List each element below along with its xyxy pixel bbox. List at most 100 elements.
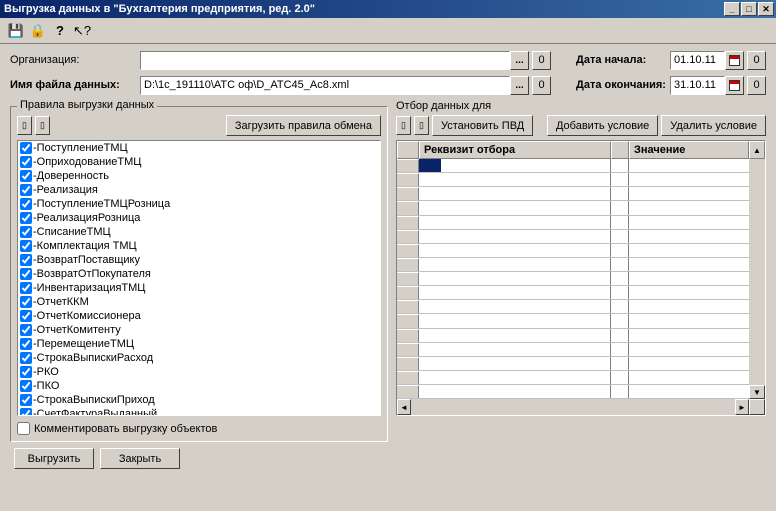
list-item-checkbox[interactable] [20,198,32,210]
column-header-sep[interactable] [611,141,629,159]
list-item-checkbox[interactable] [20,310,32,322]
list-item[interactable]: -Комплектация ТМЦ [18,239,380,253]
date-end-input[interactable] [670,76,725,95]
list-item-checkbox[interactable] [20,338,32,350]
date-end-clear-button[interactable]: 0 [747,76,766,95]
set-pvd-button[interactable]: Установить ПВД [432,115,533,136]
table-row[interactable] [397,329,749,343]
scroll-left-button[interactable]: ◄ [397,399,411,415]
list-item[interactable]: -ОтчетККМ [18,295,380,309]
list-item-checkbox[interactable] [20,268,32,280]
table-row[interactable] [397,258,749,272]
table-row[interactable] [397,201,749,215]
list-item-checkbox[interactable] [20,170,32,182]
delete-condition-button[interactable]: Удалить условие [661,115,766,136]
column-header-rekvizit[interactable]: Реквизит отбора [419,141,611,159]
list-item-checkbox[interactable] [20,408,32,416]
filename-clear-button[interactable]: 0 [532,76,551,95]
list-item[interactable]: -ПКО [18,379,380,393]
lock-icon[interactable]: 🔒 [30,23,46,39]
table-row[interactable] [397,159,749,173]
date-start-input[interactable] [670,51,725,70]
list-item[interactable]: -РКО [18,365,380,379]
list-item-checkbox[interactable] [20,156,32,168]
table-row[interactable] [397,286,749,300]
list-item[interactable]: -Доверенность [18,169,380,183]
minimize-button[interactable]: _ [724,2,740,16]
list-item[interactable]: -ПоступлениеТМЦРозница [18,197,380,211]
filter-expand-button[interactable]: ▯ [396,116,411,135]
filter-table[interactable]: Реквизит отбора Значение ▲ ▼ ◄ ► [396,140,766,416]
table-row[interactable] [397,357,749,371]
table-row[interactable] [397,385,749,399]
list-item-checkbox[interactable] [20,352,32,364]
table-row[interactable] [397,300,749,314]
table-row[interactable] [397,244,749,258]
org-clear-button[interactable]: 0 [532,51,551,70]
load-rules-button[interactable]: Загрузить правила обмена [226,115,381,136]
list-item-checkbox[interactable] [20,380,32,392]
list-item-checkbox[interactable] [20,324,32,336]
list-item-checkbox[interactable] [20,240,32,252]
whats-this-icon[interactable]: ↖? [74,23,90,39]
table-row[interactable] [397,371,749,385]
horizontal-scrollbar[interactable]: ◄ ► [397,399,765,415]
list-item-checkbox[interactable] [20,394,32,406]
list-item[interactable]: -ИнвентаризацияТМЦ [18,281,380,295]
table-row[interactable] [397,343,749,357]
list-item[interactable]: -ПоступлениеТМЦ [18,141,380,155]
collapse-all-button[interactable]: ▯ [35,116,50,135]
list-item[interactable]: -Реализация [18,183,380,197]
list-item-checkbox[interactable] [20,142,32,154]
list-item[interactable]: -ВозвратОтПокупателя [18,267,380,281]
list-item-checkbox[interactable] [20,296,32,308]
list-item-label: -СтрокаВыпискиРасход [33,352,153,364]
date-end-calendar-button[interactable] [725,76,744,95]
rules-tree[interactable]: -ПоступлениеТМЦ-ОприходованиеТМЦ-Доверен… [17,140,381,416]
vertical-scrollbar[interactable]: ▼ [749,159,765,399]
list-item[interactable]: -ОтчетКомитенту [18,323,380,337]
column-header-value[interactable]: Значение [629,141,749,159]
close-dialog-button[interactable]: Закрыть [100,448,180,469]
scroll-down-button[interactable]: ▼ [749,385,765,399]
help-icon[interactable]: ? [52,23,68,39]
list-item-checkbox[interactable] [20,254,32,266]
table-row[interactable] [397,314,749,328]
list-item[interactable]: -ПеремещениеТМЦ [18,337,380,351]
list-item-checkbox[interactable] [20,282,32,294]
table-row[interactable] [397,173,749,187]
list-item[interactable]: -ВозвратПоставщику [18,253,380,267]
scroll-up-button[interactable]: ▲ [749,141,765,159]
org-browse-button[interactable]: ... [510,51,529,70]
list-item-checkbox[interactable] [20,366,32,378]
column-header-handle[interactable] [397,141,419,159]
comment-checkbox[interactable] [17,422,30,435]
list-item[interactable]: -СписаниеТМЦ [18,225,380,239]
list-item-checkbox[interactable] [20,184,32,196]
save-icon[interactable]: 💾 [8,23,24,39]
filename-browse-button[interactable]: ... [510,76,529,95]
expand-all-button[interactable]: ▯ [17,116,32,135]
list-item[interactable]: -СчетФактураВыданный [18,407,380,416]
filter-collapse-button[interactable]: ▯ [414,116,429,135]
maximize-button[interactable]: □ [741,2,757,16]
list-item-checkbox[interactable] [20,226,32,238]
org-input[interactable] [140,51,510,70]
table-row[interactable] [397,272,749,286]
export-button[interactable]: Выгрузить [14,448,94,469]
list-item[interactable]: -СтрокаВыпискиПриход [18,393,380,407]
date-start-clear-button[interactable]: 0 [747,51,766,70]
list-item-checkbox[interactable] [20,212,32,224]
add-condition-button[interactable]: Добавить условие [547,115,658,136]
close-button[interactable]: ✕ [758,2,774,16]
table-row[interactable] [397,230,749,244]
table-row[interactable] [397,216,749,230]
list-item[interactable]: -СтрокаВыпискиРасход [18,351,380,365]
date-start-calendar-button[interactable] [725,51,744,70]
scroll-right-button[interactable]: ► [735,399,749,415]
list-item[interactable]: -ОтчетКомиссионера [18,309,380,323]
list-item[interactable]: -РеализацияРозница [18,211,380,225]
filename-input[interactable] [140,76,510,95]
table-row[interactable] [397,187,749,201]
list-item[interactable]: -ОприходованиеТМЦ [18,155,380,169]
